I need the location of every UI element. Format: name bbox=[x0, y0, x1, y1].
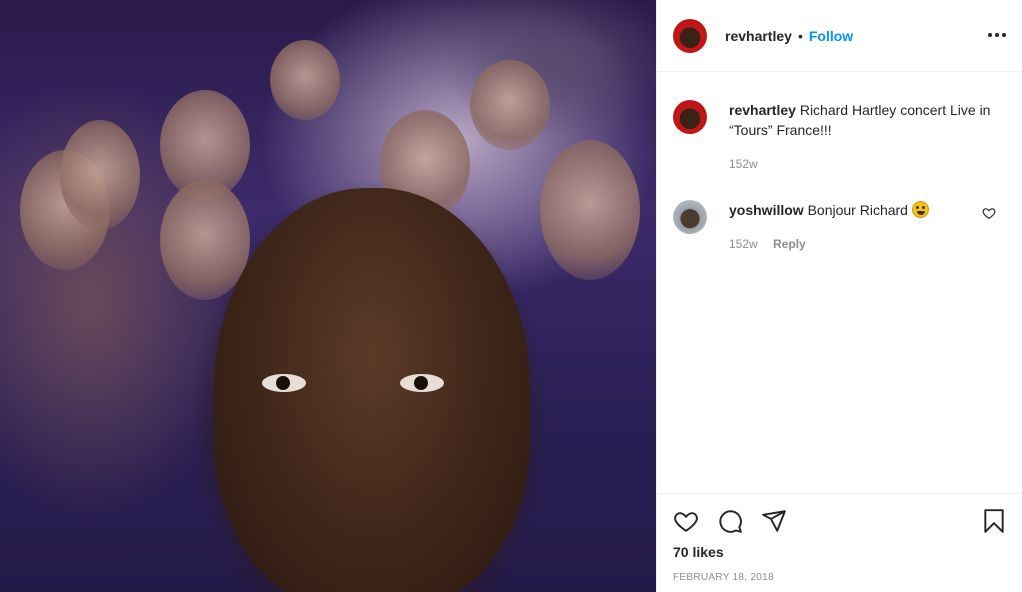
comment-age[interactable]: 152w bbox=[729, 237, 758, 251]
comments-list: revhartley Richard Hartley concert Live … bbox=[657, 72, 1022, 254]
list-item: yoshwillow Bonjour Richard 152w Reply bbox=[673, 200, 1006, 254]
grinning-face-emoji bbox=[911, 201, 929, 218]
comment-icon[interactable] bbox=[717, 508, 743, 534]
reply-button[interactable]: Reply bbox=[773, 237, 806, 251]
likes-count[interactable]: 70 likes bbox=[673, 544, 1007, 560]
avatar[interactable] bbox=[673, 200, 707, 234]
post-date[interactable]: FEBRUARY 18, 2018 bbox=[673, 572, 1007, 583]
crowd-figure bbox=[270, 40, 340, 120]
comment-text: Bonjour Richard bbox=[807, 202, 908, 218]
heart-icon[interactable] bbox=[673, 508, 699, 534]
separator-dot: • bbox=[797, 27, 803, 44]
heart-icon[interactable] bbox=[982, 206, 996, 220]
crowd-figure bbox=[60, 120, 140, 230]
comment-age[interactable]: 152w bbox=[729, 157, 758, 171]
post-sidebar: revhartley • Follow revhartley Richard H… bbox=[656, 0, 1022, 592]
post-photo[interactable] bbox=[0, 0, 656, 592]
eye bbox=[262, 374, 306, 392]
comment-meta: 152w Reply bbox=[729, 234, 993, 254]
post-header: revhartley • Follow bbox=[657, 0, 1022, 72]
share-icon[interactable] bbox=[761, 508, 787, 534]
crowd-figure bbox=[470, 60, 550, 150]
more-options-icon[interactable] bbox=[988, 26, 1006, 44]
crowd-figure bbox=[540, 140, 640, 280]
avatar[interactable] bbox=[673, 18, 707, 53]
caption-comment: revhartley Richard Hartley concert Live … bbox=[673, 100, 1006, 174]
header-username[interactable]: revhartley bbox=[725, 28, 792, 44]
comment-meta: 152w bbox=[729, 154, 993, 174]
avatar[interactable] bbox=[673, 100, 707, 134]
comment-username[interactable]: revhartley bbox=[729, 102, 796, 118]
comment-username[interactable]: yoshwillow bbox=[729, 202, 804, 218]
post-actions: 70 likes FEBRUARY 18, 2018 bbox=[657, 493, 1022, 592]
eye bbox=[400, 374, 444, 392]
bookmark-icon[interactable] bbox=[981, 508, 1007, 534]
selfie-face bbox=[214, 188, 530, 592]
follow-button[interactable]: Follow bbox=[809, 28, 853, 44]
action-icons bbox=[673, 506, 1007, 536]
